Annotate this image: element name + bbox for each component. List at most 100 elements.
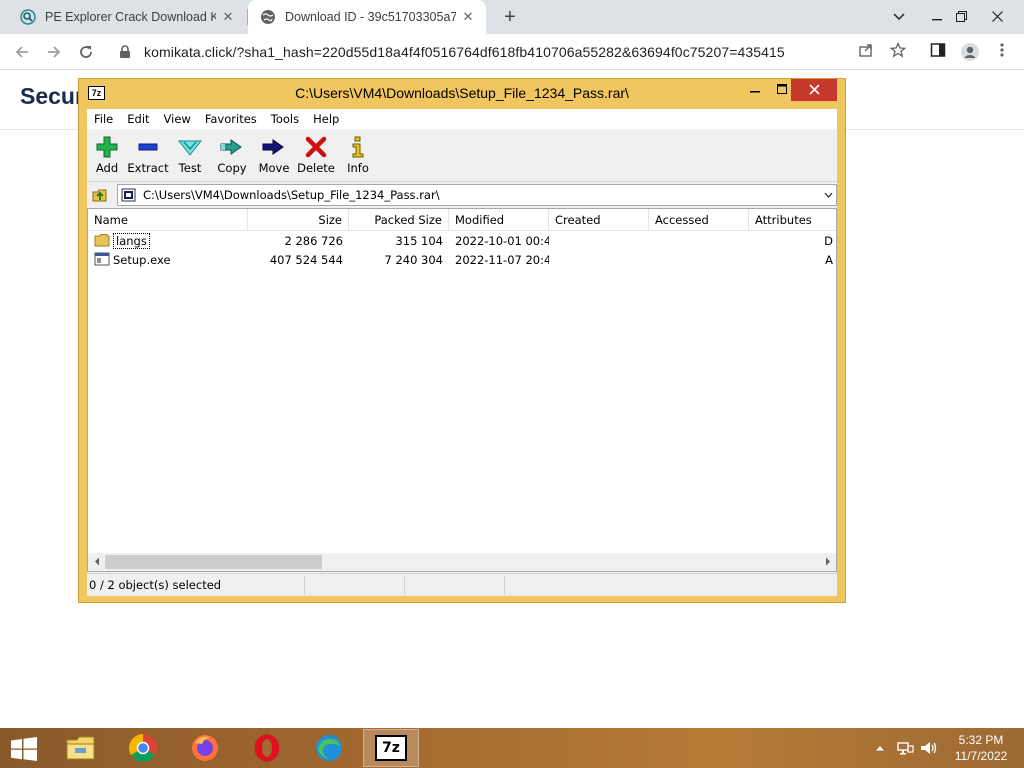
selection-status: 0 / 2 object(s) selected <box>87 576 305 595</box>
chrome-icon <box>129 734 157 762</box>
taskbar-7zip[interactable]: 7z <box>363 729 419 767</box>
horizontal-scrollbar[interactable] <box>88 553 836 571</box>
taskbar-firefox[interactable] <box>177 729 233 767</box>
info-button[interactable]: Info <box>336 132 380 180</box>
path-text: C:\Users\VM4\Downloads\Setup_File_1234_P… <box>143 188 440 202</box>
file-accessed <box>649 251 749 270</box>
col-packed-size[interactable]: Packed Size <box>349 209 449 231</box>
address-bar[interactable]: komikata.click/?sha1_hash=220d55d18a4f4f… <box>108 38 920 66</box>
menu-view[interactable]: View <box>157 112 198 126</box>
col-name[interactable]: Name <box>88 209 248 231</box>
menu-file[interactable]: File <box>87 112 120 126</box>
file-accessed <box>649 232 749 251</box>
tab-close-icon[interactable]: ✕ <box>460 9 476 25</box>
copy-icon <box>220 139 242 155</box>
scroll-left-arrow-icon[interactable] <box>88 553 105 571</box>
system-clock[interactable]: 5:32 PM 11/7/2022 <box>946 732 1016 764</box>
file-name: Setup.exe <box>113 253 171 267</box>
file-modified: 2022-11-07 20:49 <box>455 253 549 267</box>
reload-icon[interactable] <box>74 40 98 64</box>
delete-icon <box>305 136 327 158</box>
folder-icon <box>94 234 110 247</box>
move-button[interactable]: Move <box>252 132 296 180</box>
test-button[interactable]: Test <box>168 132 212 180</box>
col-created[interactable]: Created <box>549 209 649 231</box>
tab-close-icon[interactable]: ✕ <box>220 9 236 25</box>
side-panel-icon[interactable] <box>928 42 948 62</box>
7zip-taskbar-icon: 7z <box>375 735 407 761</box>
7zip-window-title: C:\Users\VM4\Downloads\Setup_File_1234_P… <box>295 85 629 101</box>
col-size[interactable]: Size <box>248 209 349 231</box>
forward-icon[interactable] <box>42 40 66 64</box>
7zip-client-area: File Edit View Favorites Tools Help Add … <box>87 109 837 596</box>
profile-avatar-icon[interactable] <box>960 42 980 62</box>
file-list[interactable]: Name Size Packed Size Modified Created A… <box>87 208 837 572</box>
7zip-minimize-icon[interactable] <box>741 79 769 101</box>
back-icon[interactable] <box>10 40 34 64</box>
menu-tools[interactable]: Tools <box>264 112 306 126</box>
add-icon <box>96 136 118 158</box>
extract-button[interactable]: Extract <box>126 132 170 180</box>
tray-chevron-up-icon[interactable] <box>874 744 886 752</box>
network-icon[interactable] <box>896 740 914 756</box>
taskbar-file-explorer[interactable] <box>53 729 109 767</box>
extract-label: Extract <box>127 161 169 175</box>
restore-icon[interactable] <box>944 0 978 34</box>
menu-edit[interactable]: Edit <box>120 112 156 126</box>
edge-icon <box>316 735 342 761</box>
windows-start-icon[interactable] <box>10 737 38 761</box>
taskbar-opera[interactable] <box>239 729 295 767</box>
scroll-right-arrow-icon[interactable] <box>819 553 836 571</box>
add-button[interactable]: Add <box>85 132 129 180</box>
path-combobox[interactable]: C:\Users\VM4\Downloads\Setup_File_1234_P… <box>117 184 837 206</box>
move-icon <box>262 139 284 155</box>
scrollbar-thumb[interactable] <box>105 555 322 569</box>
col-accessed[interactable]: Accessed <box>649 209 749 231</box>
7zip-titlebar[interactable]: 7z C:\Users\VM4\Downloads\Setup_File_123… <box>79 79 845 109</box>
folder-up-icon[interactable] <box>91 186 109 204</box>
move-label: Move <box>258 161 290 175</box>
7zip-close-icon[interactable] <box>791 79 837 101</box>
menu-favorites[interactable]: Favorites <box>198 112 264 126</box>
tab-search-chevron-icon[interactable] <box>882 0 916 34</box>
file-name: langs <box>113 233 150 249</box>
taskbar-chrome[interactable] <box>115 729 171 767</box>
path-dropdown-chevron-icon[interactable] <box>820 190 836 201</box>
7zip-address-bar: C:\Users\VM4\Downloads\Setup_File_1234_P… <box>87 183 837 207</box>
file-row-langs[interactable]: langs 2 286 726 315 104 2022-10-01 00:48… <box>88 232 836 251</box>
status-segment <box>505 576 837 595</box>
tab-title: PE Explorer Crack Download Keyg <box>45 10 216 24</box>
add-label: Add <box>95 161 119 175</box>
tab-download-id[interactable]: Download ID - 39c51703305a73( ✕ <box>248 0 486 34</box>
file-attributes: A <box>825 253 833 267</box>
delete-button[interactable]: Delete <box>294 132 338 180</box>
file-row-setup-exe[interactable]: Setup.exe 407 524 544 7 240 304 2022-11-… <box>88 251 836 270</box>
7zip-window: 7z C:\Users\VM4\Downloads\Setup_File_123… <box>78 78 846 603</box>
site-favicon-icon <box>20 9 36 25</box>
copy-button[interactable]: Copy <box>210 132 254 180</box>
file-created <box>549 232 649 251</box>
menu-help[interactable]: Help <box>306 112 346 126</box>
info-icon <box>352 136 364 158</box>
bookmark-star-icon[interactable] <box>888 41 908 62</box>
exe-file-icon <box>94 252 110 266</box>
volume-icon[interactable] <box>920 740 938 756</box>
status-segment <box>305 576 405 595</box>
windows-taskbar: 7z 5:32 PM 11/7/2022 <box>0 728 1024 768</box>
col-modified[interactable]: Modified <box>449 209 549 231</box>
tab-pe-explorer[interactable]: PE Explorer Crack Download Keyg ✕ <box>8 0 246 34</box>
rar-archive-icon <box>121 188 136 202</box>
file-modified: 2022-10-01 00:48 <box>455 234 549 248</box>
file-created <box>549 251 649 270</box>
file-size: 2 286 726 <box>284 234 343 248</box>
taskbar-edge[interactable] <box>301 729 357 767</box>
close-window-icon[interactable] <box>980 0 1014 34</box>
kebab-menu-icon[interactable] <box>992 42 1012 62</box>
globe-icon <box>261 10 275 24</box>
tab-title: Download ID - 39c51703305a73( <box>285 10 456 24</box>
file-name-cell: Setup.exe <box>88 251 248 270</box>
col-attributes[interactable]: Attributes <box>749 209 836 231</box>
new-tab-button[interactable]: + <box>498 5 522 29</box>
share-icon[interactable] <box>856 42 876 62</box>
status-segment <box>405 576 505 595</box>
